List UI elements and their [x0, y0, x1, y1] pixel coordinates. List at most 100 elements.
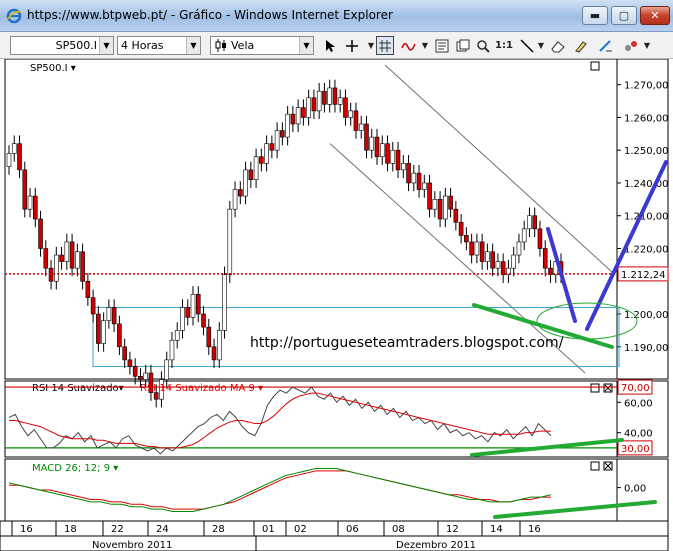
candle: [6, 153, 12, 167]
candle: [85, 280, 91, 298]
candle: [185, 307, 191, 318]
chart-type-select[interactable]: Vela ▼: [210, 36, 314, 55]
price-tick-label: 1.190,00: [624, 343, 669, 354]
price-tick-label: 1.210,00: [624, 212, 669, 223]
candle: [406, 162, 411, 184]
candle: [532, 215, 538, 230]
symbol-input[interactable]: SP500.I ▼: [10, 36, 114, 55]
candle: [243, 169, 248, 197]
candle: [374, 136, 380, 158]
candle: [427, 182, 432, 210]
candle: [521, 228, 527, 243]
candle: [143, 372, 148, 380]
candle: [253, 156, 259, 180]
timeframe-value: 4 Horas: [121, 39, 164, 52]
rsi-oversold-label: 30,00: [621, 444, 650, 455]
window-titlebar: https://www.btpweb.pt/ - Gráfico - Windo…: [0, 0, 673, 32]
eraser-icon[interactable]: [549, 36, 567, 55]
price-tick-label: 1.270,00: [624, 81, 669, 92]
candle: [69, 241, 75, 269]
chart-canvas[interactable]: SP500.I ▾ 1.270,00 1.260,00 1.250,00 1.240,0…: [0, 58, 673, 551]
candle: [285, 113, 290, 138]
candle: [485, 251, 490, 262]
candle: [311, 97, 317, 112]
candle: [495, 261, 501, 269]
chevron-down-icon[interactable]: ▼: [416, 36, 434, 55]
price-tick-label: 1.240,00: [624, 179, 669, 190]
close-button[interactable]: ✕: [640, 6, 670, 25]
candle: [180, 307, 185, 331]
candle: [301, 107, 306, 118]
rsi-tick-label: 60,00: [624, 398, 653, 409]
marker-icon[interactable]: [572, 36, 590, 55]
zoom-icon[interactable]: [474, 36, 492, 55]
candle: [458, 221, 464, 236]
candle: [322, 90, 327, 105]
candle: [259, 156, 264, 164]
candle: [469, 241, 474, 256]
candle: [511, 254, 516, 269]
candle: [422, 182, 427, 190]
candle: [227, 208, 233, 276]
chart-area[interactable]: SP500.I ▾ 1.270,00 1.260,00 1.250,00 1.240,0…: [0, 58, 673, 551]
timeframe-select[interactable]: 4 Horas ▼: [117, 36, 201, 55]
chevron-down-icon[interactable]: ▼: [532, 36, 550, 55]
symbol-value: SP500.I: [55, 39, 97, 52]
candle: [22, 169, 28, 210]
maximize-button[interactable]: ▢: [611, 6, 637, 25]
panel-maximize-icon[interactable]: [590, 383, 600, 393]
candle: [164, 359, 170, 380]
candle: [64, 241, 70, 262]
chevron-down-icon[interactable]: ▼: [186, 37, 200, 54]
crosshair-icon[interactable]: [343, 36, 361, 55]
one-to-one-icon[interactable]: 1:1: [495, 36, 513, 55]
candle: [316, 90, 322, 112]
candle: [169, 339, 175, 361]
current-price-label: 1.212,24: [621, 270, 666, 281]
candle: [464, 235, 469, 243]
candle: [96, 313, 101, 344]
properties-icon[interactable]: [433, 36, 451, 55]
panel-maximize-icon[interactable]: [590, 61, 600, 71]
chevron-down-icon[interactable]: ▼: [638, 36, 656, 55]
candle: [306, 97, 311, 118]
price-tick-label: 1.220,00: [624, 244, 669, 255]
candle: [75, 251, 80, 269]
date-tick-label: 28: [212, 524, 225, 535]
candle: [432, 199, 438, 210]
candle: [54, 254, 59, 282]
macd-legend: MACD 26; 12; 9 ▾: [32, 463, 118, 474]
objects-icon[interactable]: [454, 36, 472, 55]
candle: [127, 359, 133, 367]
rsi-legend-1: RSI 14 Suavizado▾: [32, 383, 124, 394]
candle: [17, 143, 22, 171]
rsi-overbought-label: 70,00: [621, 383, 650, 394]
grid-icon[interactable]: [376, 36, 394, 55]
date-tick-label: 16: [20, 524, 33, 535]
candle: [348, 110, 354, 118]
candle: [290, 113, 296, 125]
candle: [358, 123, 364, 131]
chevron-down-icon[interactable]: ▼: [99, 37, 113, 54]
candle: [369, 136, 375, 151]
date-tick-label: 08: [392, 524, 405, 535]
drawing-tools-icon[interactable]: [597, 36, 615, 55]
candle: [337, 97, 343, 105]
date-tick-label: 18: [64, 524, 77, 535]
candle: [216, 330, 222, 361]
chevron-down-icon[interactable]: ▼: [299, 37, 313, 54]
candle: [537, 228, 543, 249]
cursor-icon[interactable]: [322, 36, 340, 55]
candle: [490, 251, 495, 269]
candle: [106, 307, 112, 321]
minimize-button[interactable]: ▬: [582, 6, 608, 25]
candle: [101, 320, 106, 344]
price-panel-title: SP500.I ▾: [30, 63, 76, 74]
candle: [27, 195, 33, 210]
candle: [190, 294, 196, 318]
candle: [38, 218, 43, 249]
candle: [474, 241, 480, 256]
candle: [527, 215, 532, 230]
panel-maximize-icon[interactable]: [590, 461, 600, 471]
candle: [295, 107, 301, 125]
